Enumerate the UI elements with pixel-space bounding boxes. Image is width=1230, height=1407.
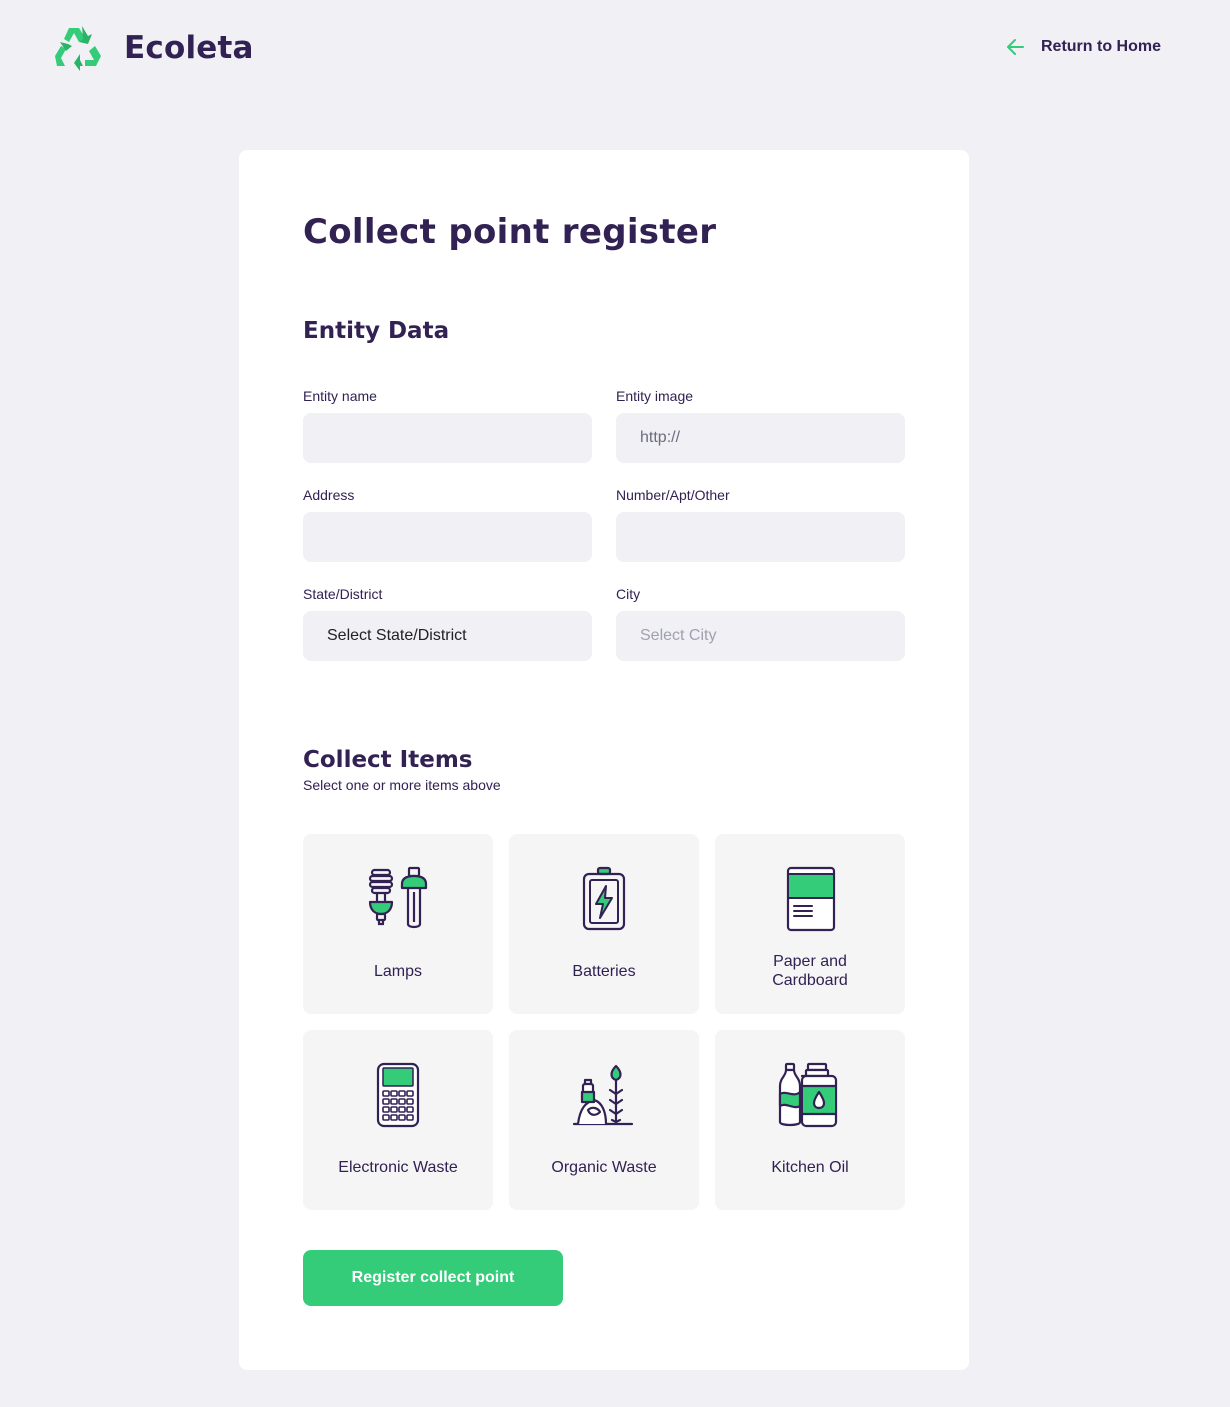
entity-image-label: Entity image bbox=[616, 388, 694, 404]
arrow-left-icon bbox=[1007, 39, 1024, 55]
lamps-icon bbox=[368, 866, 428, 929]
item-label: Lamps bbox=[373, 963, 423, 980]
entity-name-label: Entity name bbox=[303, 388, 377, 404]
item-electronic-waste[interactable]: Electronic Waste bbox=[303, 1030, 493, 1210]
organic-icon bbox=[572, 1064, 634, 1126]
address-label: Address bbox=[303, 487, 355, 503]
number-input[interactable] bbox=[616, 512, 905, 562]
item-label-line2: Cardboard bbox=[772, 972, 848, 989]
entity-name-input[interactable] bbox=[303, 413, 592, 463]
register-button[interactable]: Register collect point bbox=[303, 1250, 563, 1306]
return-home-label: Return to Home bbox=[1041, 38, 1161, 55]
entity-data-heading: Entity Data bbox=[303, 318, 450, 344]
return-home-link[interactable]: Return to Home bbox=[1005, 36, 1161, 58]
register-form: Collect point register Entity Data Entit… bbox=[239, 150, 969, 1370]
collect-items-heading: Collect Items bbox=[303, 747, 473, 773]
address-input[interactable] bbox=[303, 512, 592, 562]
electronic-icon bbox=[376, 1062, 420, 1128]
brand-name: Ecoleta bbox=[124, 30, 254, 66]
recycle-icon bbox=[55, 26, 101, 71]
header: Ecoleta Return to Home bbox=[0, 0, 1230, 96]
entity-image-input[interactable] bbox=[616, 413, 905, 463]
collect-items-subtitle: Select one or more items above bbox=[303, 777, 501, 793]
city-select[interactable]: Select City bbox=[616, 611, 905, 661]
item-batteries[interactable]: Batteries bbox=[509, 834, 699, 1014]
item-label: Electronic Waste bbox=[338, 1159, 458, 1176]
item-kitchen-oil[interactable]: Kitchen Oil bbox=[715, 1030, 905, 1210]
oil-icon bbox=[778, 1062, 838, 1128]
item-label: Batteries bbox=[572, 963, 636, 980]
item-lamps[interactable]: Lamps bbox=[303, 834, 493, 1014]
state-label: State/District bbox=[303, 586, 383, 602]
logo[interactable]: Ecoleta bbox=[52, 24, 254, 72]
paper-icon bbox=[786, 866, 836, 932]
item-label: Kitchen Oil bbox=[771, 1159, 849, 1176]
item-label: Paper and bbox=[773, 953, 847, 970]
page-title: Collect point register bbox=[303, 212, 717, 252]
item-label: Organic Waste bbox=[551, 1159, 657, 1176]
battery-icon bbox=[582, 866, 626, 931]
state-select[interactable]: Select State/District bbox=[303, 611, 592, 661]
item-paper-cardboard[interactable]: Paper and Cardboard bbox=[715, 834, 905, 1014]
item-organic-waste[interactable]: Organic Waste bbox=[509, 1030, 699, 1210]
city-label: City bbox=[616, 586, 641, 602]
number-label: Number/Apt/Other bbox=[616, 487, 730, 503]
